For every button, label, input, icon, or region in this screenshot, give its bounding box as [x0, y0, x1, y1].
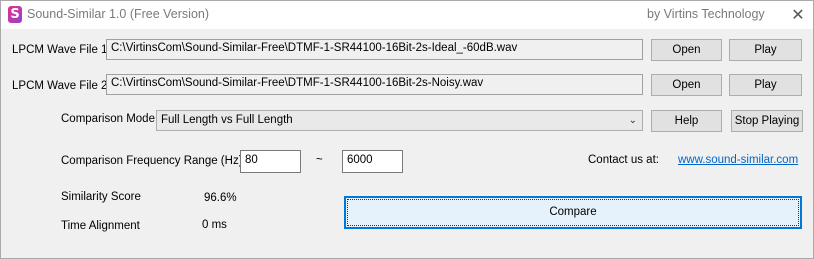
main-window: S Sound-Similar 1.0 (Free Version) by Vi… — [0, 0, 814, 259]
comparison-mode-select[interactable]: Full Length vs Full Length ⌄ — [156, 110, 643, 131]
window-title: Sound-Similar 1.0 (Free Version) — [27, 7, 210, 21]
similarity-score-value: 96.6% — [204, 192, 237, 204]
compare-button[interactable]: Compare — [344, 196, 802, 229]
comparison-mode-value: Full Length vs Full Length — [161, 114, 293, 126]
time-alignment-value: 0 ms — [202, 219, 227, 231]
website-link[interactable]: www.sound-similar.com — [678, 154, 798, 166]
frequency-from-input[interactable]: 80 — [240, 150, 301, 173]
file1-path-field[interactable]: C:\VirtinsCom\Sound-Similar-Free\DTMF-1-… — [106, 39, 643, 60]
chevron-down-icon: ⌄ — [628, 115, 637, 126]
contact-label: Contact us at: — [588, 154, 659, 166]
company-name: by Virtins Technology — [647, 7, 765, 21]
frequency-range-label: Comparison Frequency Range (Hz) — [61, 155, 243, 167]
file1-open-button[interactable]: Open — [651, 39, 722, 61]
frequency-to-input[interactable]: 6000 — [342, 150, 403, 173]
stop-playing-button[interactable]: Stop Playing — [731, 110, 803, 132]
help-button[interactable]: Help — [651, 110, 722, 132]
file2-play-button[interactable]: Play — [729, 74, 802, 96]
file1-label: LPCM Wave File 1 — [12, 44, 108, 56]
similarity-score-label: Similarity Score — [61, 191, 141, 203]
range-separator: ~ — [316, 154, 323, 166]
file2-label: LPCM Wave File 2 — [12, 80, 108, 92]
close-icon[interactable]: ✕ — [783, 3, 813, 27]
title-bar: S Sound-Similar 1.0 (Free Version) by Vi… — [1, 1, 813, 29]
file2-path-field[interactable]: C:\VirtinsCom\Sound-Similar-Free\DTMF-1-… — [106, 74, 643, 95]
file2-open-button[interactable]: Open — [651, 74, 722, 96]
app-logo-icon: S — [8, 6, 22, 23]
comparison-mode-label: Comparison Mode — [61, 113, 155, 125]
file1-play-button[interactable]: Play — [729, 39, 802, 61]
time-alignment-label: Time Alignment — [61, 220, 140, 232]
